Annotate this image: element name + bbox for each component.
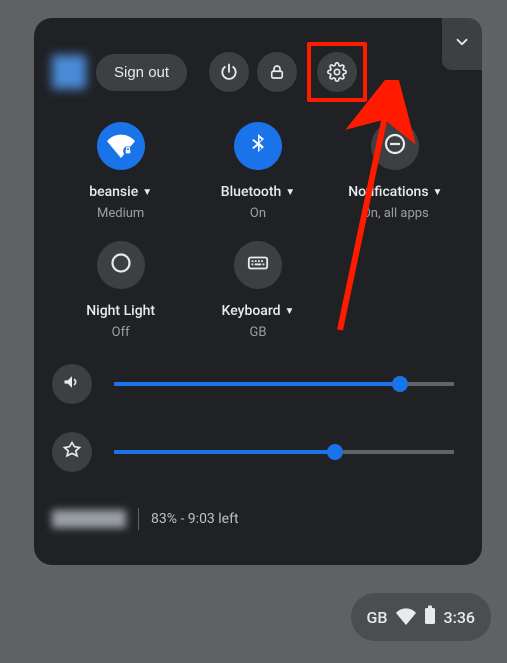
notifications-label[interactable]: Notifications ▼	[348, 184, 442, 200]
bluetooth-label-text: Bluetooth	[221, 184, 282, 200]
moon-icon	[109, 251, 133, 279]
brightness-icon	[62, 440, 82, 464]
bluetooth-sub: On	[250, 206, 266, 221]
brightness-button[interactable]	[52, 432, 92, 472]
caret-down-icon: ▼	[142, 187, 152, 198]
sliders-section	[34, 340, 482, 508]
avatar[interactable]	[52, 55, 86, 89]
divider	[138, 508, 139, 530]
bluetooth-icon	[246, 132, 270, 160]
caret-down-icon: ▼	[285, 306, 295, 317]
settings-button[interactable]	[317, 52, 357, 92]
keyboard-label-text: Keyboard	[222, 303, 281, 319]
volume-slider[interactable]	[114, 382, 454, 386]
wifi-status-icon	[396, 605, 416, 629]
notifications-label-text: Notifications	[348, 184, 428, 200]
notifications-sub: On, all apps	[362, 206, 429, 221]
collapse-button[interactable]	[442, 18, 482, 70]
footer-row: 83% - 9:03 left	[34, 508, 482, 546]
night-light-sub: Off	[112, 325, 130, 340]
brightness-thumb[interactable]	[327, 444, 343, 460]
footer-obscured	[52, 510, 126, 528]
volume-thumb[interactable]	[392, 376, 408, 392]
gear-icon	[327, 62, 347, 82]
battery-status-icon	[424, 605, 436, 629]
caret-down-icon: ▼	[433, 187, 443, 198]
wifi-label[interactable]: beansie ▼	[89, 184, 152, 200]
tile-notifications: Notifications ▼ On, all apps	[327, 122, 464, 221]
caret-down-icon: ▼	[285, 187, 295, 198]
keyboard-toggle[interactable]	[234, 241, 282, 289]
wifi-toggle[interactable]	[97, 122, 145, 170]
chevron-down-icon	[453, 33, 471, 55]
tile-keyboard: Keyboard ▼ GB	[189, 241, 326, 340]
bluetooth-label[interactable]: Bluetooth ▼	[221, 184, 295, 200]
night-light-label: Night Light	[86, 303, 155, 319]
tile-night-light: Night Light Off	[52, 241, 189, 340]
tiles-grid: beansie ▼ Medium Bluetooth ▼ On	[34, 116, 482, 340]
brightness-row	[52, 432, 454, 472]
header-row: Sign out	[34, 18, 482, 116]
volume-icon	[62, 372, 82, 396]
night-light-toggle[interactable]	[97, 241, 145, 289]
clock-text: 3:36	[444, 608, 476, 627]
keyboard-label[interactable]: Keyboard ▼	[222, 303, 295, 319]
shelf-status-pill[interactable]: GB 3:36	[351, 593, 492, 641]
lock-icon	[268, 63, 286, 81]
tile-wifi: beansie ▼ Medium	[52, 122, 189, 221]
brightness-slider[interactable]	[114, 450, 454, 454]
ime-indicator: GB	[367, 608, 388, 627]
keyboard-sub: GB	[250, 325, 267, 340]
sign-out-button[interactable]: Sign out	[96, 54, 187, 91]
power-icon	[219, 62, 239, 82]
volume-button[interactable]	[52, 364, 92, 404]
dnd-icon	[383, 132, 407, 160]
wifi-label-text: beansie	[89, 184, 138, 200]
settings-highlight-box	[307, 42, 367, 102]
night-light-label-text: Night Light	[86, 303, 155, 319]
notifications-toggle[interactable]	[371, 122, 419, 170]
wifi-icon	[107, 130, 135, 162]
volume-row	[52, 364, 454, 404]
battery-text: 83% - 9:03 left	[151, 511, 239, 527]
tile-empty	[327, 241, 464, 340]
bluetooth-toggle[interactable]	[234, 122, 282, 170]
tile-bluetooth: Bluetooth ▼ On	[189, 122, 326, 221]
power-button[interactable]	[209, 52, 249, 92]
wifi-sub: Medium	[97, 206, 144, 221]
quick-settings-panel: Sign out	[34, 18, 482, 565]
keyboard-icon	[247, 252, 269, 278]
lock-button[interactable]	[257, 52, 297, 92]
